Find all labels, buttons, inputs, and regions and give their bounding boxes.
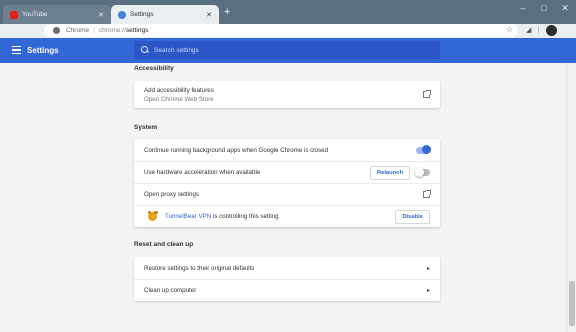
open-external-icon[interactable] xyxy=(423,190,431,198)
youtube-icon xyxy=(10,10,18,19)
minimize-icon[interactable]: – xyxy=(513,3,533,13)
cleanup-computer-row[interactable]: Clean up computer ▸ xyxy=(134,279,440,301)
row-subtitle: Open Chrome Web Store xyxy=(144,95,214,103)
extension-link[interactable]: TunnelBear VPN xyxy=(165,213,211,220)
separator: | xyxy=(93,27,95,34)
site-label: Chrome xyxy=(66,27,90,34)
extension-text: is controlling this setting xyxy=(211,213,279,220)
chevron-right-icon: ▸ xyxy=(426,265,430,272)
row-label: Open proxy settings xyxy=(144,191,200,198)
search-icon xyxy=(141,46,149,54)
section-title-system: System xyxy=(134,124,158,131)
system-card: Continue running background apps when Go… xyxy=(134,139,440,227)
row-title: Add accessibility features xyxy=(144,86,214,94)
scrollbar[interactable] xyxy=(566,63,576,332)
disable-button[interactable]: Disable xyxy=(395,209,430,224)
background-apps-toggle[interactable] xyxy=(416,145,431,154)
site-info-icon[interactable] xyxy=(53,27,60,34)
bookmark-star-icon[interactable]: ☆ xyxy=(506,25,513,34)
tunnelbear-icon xyxy=(147,210,158,221)
row-label: Use hardware acceleration when available xyxy=(144,169,261,176)
close-tab-icon[interactable]: ✕ xyxy=(204,11,214,19)
settings-gear-icon xyxy=(118,10,126,19)
menu-dots-icon[interactable]: ⋮ xyxy=(535,26,542,34)
row-label: Restore settings to their original defau… xyxy=(144,264,255,272)
section-title-reset: Reset and clean up xyxy=(134,241,194,248)
hardware-acceleration-toggle[interactable] xyxy=(415,167,430,177)
search-input[interactable] xyxy=(154,46,414,54)
tab-settings[interactable]: Settings ✕ xyxy=(111,5,219,24)
url-path: settings xyxy=(125,27,149,34)
proxy-settings-row[interactable]: Open proxy settings xyxy=(134,183,440,205)
chevron-right-icon: ▸ xyxy=(426,288,430,294)
restore-defaults-row[interactable]: Restore settings to their original defau… xyxy=(134,257,440,279)
tab-title: YouTube xyxy=(22,11,48,18)
address-bar[interactable]: Chrome | chrome:// settings xyxy=(44,24,518,37)
extension-icon[interactable]: ◢ xyxy=(526,26,531,34)
add-accessibility-row[interactable]: Add accessibility features Open Chrome W… xyxy=(134,81,440,108)
background-apps-row[interactable]: Continue running background apps when Go… xyxy=(134,139,440,161)
page-title: Settings xyxy=(27,46,59,55)
profile-avatar[interactable] xyxy=(546,25,557,36)
section-title-accessibility: Accessibility xyxy=(134,65,174,72)
row-label: Clean up computer xyxy=(144,287,197,294)
new-tab-button[interactable]: + xyxy=(224,7,230,18)
maximize-icon[interactable]: □ xyxy=(534,3,554,13)
open-external-icon[interactable] xyxy=(423,90,431,98)
tab-title: Settings xyxy=(130,11,154,18)
menu-hamburger-icon[interactable] xyxy=(12,46,21,54)
settings-content: Accessibility Add accessibility features… xyxy=(0,63,566,332)
close-window-icon[interactable]: ✕ xyxy=(555,3,575,14)
scrollbar-thumb[interactable] xyxy=(569,281,575,326)
url-scheme: chrome:// xyxy=(98,27,126,34)
extension-note: TunnelBear VPN is controlling this setti… xyxy=(165,213,395,220)
reset-card: Restore settings to their original defau… xyxy=(134,257,440,301)
tab-strip: YouTube ✕ Settings ✕ + – □ ✕ xyxy=(0,0,576,24)
close-tab-icon[interactable]: ✕ xyxy=(96,11,106,19)
browser-toolbar: Chrome | chrome:// settings ☆ ◢ ⋮ xyxy=(0,24,576,38)
extension-control-row: TunnelBear VPN is controlling this setti… xyxy=(134,205,440,227)
accessibility-card: Add accessibility features Open Chrome W… xyxy=(134,81,440,108)
hardware-acceleration-row[interactable]: Use hardware acceleration when available… xyxy=(134,161,440,183)
row-label: Continue running background apps when Go… xyxy=(144,146,329,154)
search-settings[interactable] xyxy=(134,41,440,59)
settings-header: Settings xyxy=(0,38,576,63)
row-text: Add accessibility features Open Chrome W… xyxy=(144,87,423,103)
tab-youtube[interactable]: YouTube ✕ xyxy=(3,5,111,24)
relaunch-button[interactable]: Relaunch xyxy=(369,165,410,180)
